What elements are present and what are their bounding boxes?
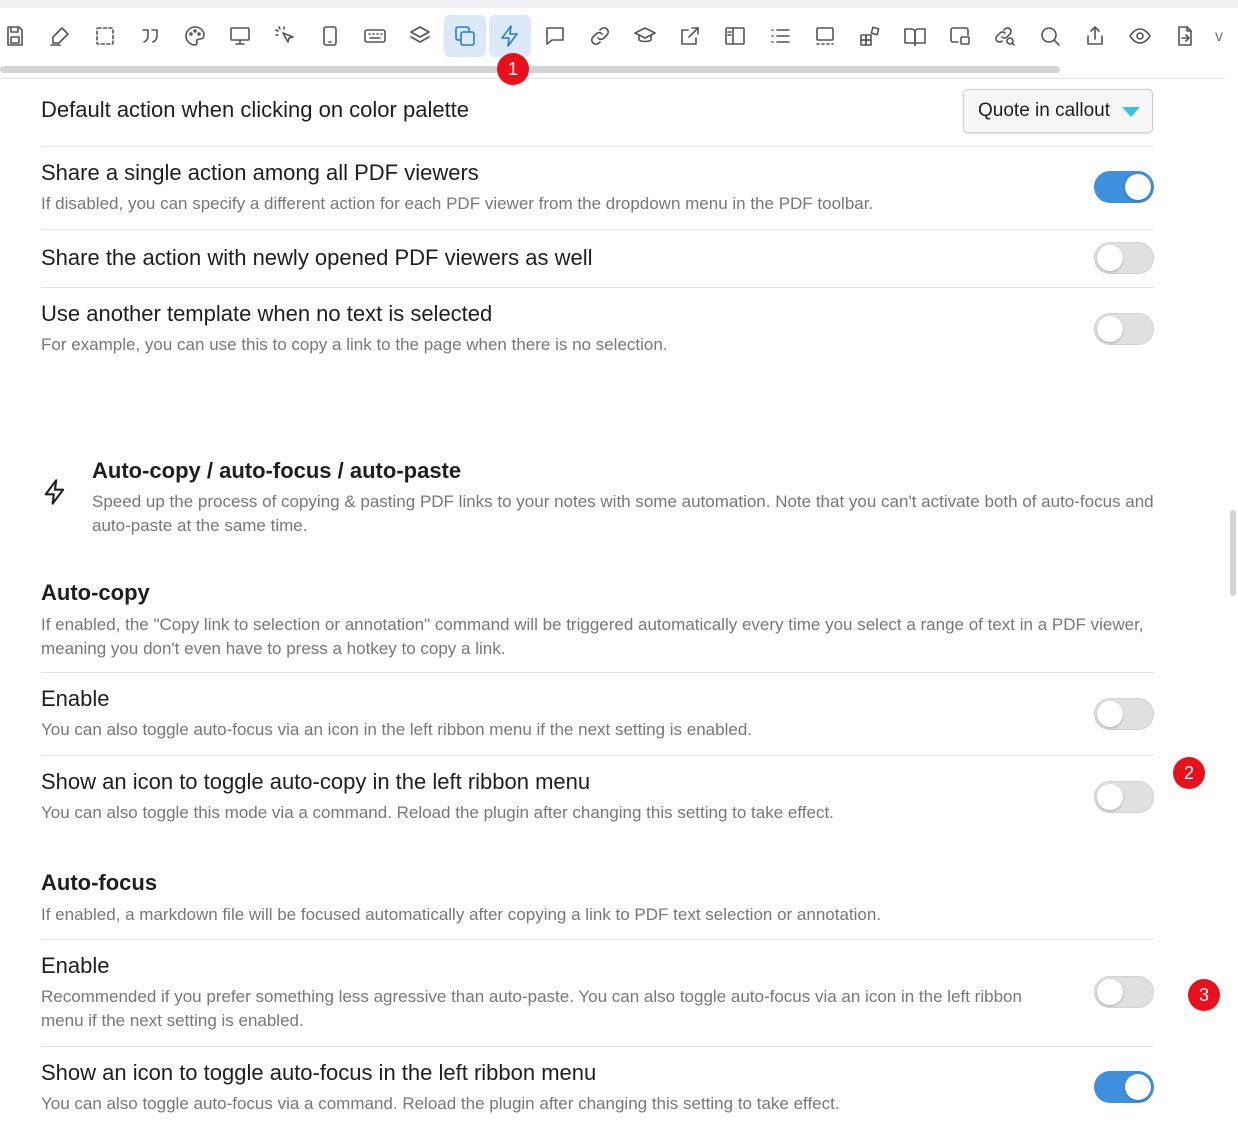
autocopy-ribbon-icon-toggle[interactable] — [1094, 781, 1154, 813]
list-icon[interactable] — [759, 15, 801, 57]
section-description: Speed up the process of copying & pastin… — [92, 492, 1154, 535]
setting-description: You can also toggle this mode via a comm… — [41, 803, 834, 822]
selection-box-icon[interactable] — [84, 15, 126, 57]
autocopy-heading: Auto-copy — [41, 580, 150, 605]
share-new-viewers-toggle[interactable] — [1094, 242, 1154, 274]
setting-autocopy-enable: Enable You can also toggle auto-focus vi… — [41, 686, 1081, 742]
autofocus-description: If enabled, a markdown file will be focu… — [41, 905, 882, 924]
divider — [41, 229, 1154, 230]
layers-icon[interactable] — [399, 15, 441, 57]
settings-tab-toolbar: v — [0, 8, 1225, 79]
copy-icon[interactable] — [444, 15, 486, 57]
setting-name: Use another template when no text is sel… — [41, 301, 493, 326]
color-palette-action-dropdown[interactable]: Quote in callout — [963, 89, 1153, 133]
autofocus-heading: Auto-focus — [41, 870, 158, 895]
setting-name: Enable — [41, 686, 110, 711]
setting-autofocus-ribbon-icon: Show an icon to toggle auto-focus in the… — [41, 1060, 1081, 1116]
lightning-icon — [41, 478, 69, 506]
setting-description: If disabled, you can specify a different… — [41, 194, 874, 213]
toolbar-horizontal-scrollbar[interactable] — [0, 66, 1060, 73]
eye-icon[interactable] — [1119, 15, 1161, 57]
divider — [41, 755, 1154, 756]
divider — [41, 1046, 1154, 1047]
setting-name: Share a single action among all PDF view… — [41, 160, 479, 185]
toolbar-overflow-indicator[interactable]: v — [1215, 28, 1223, 46]
link-icon[interactable] — [579, 15, 621, 57]
dropdown-value: Quote in callout — [978, 100, 1111, 121]
share-upload-icon[interactable] — [1074, 15, 1116, 57]
divider — [41, 146, 1154, 147]
toggle-knob — [1097, 979, 1123, 1005]
save-icon[interactable] — [0, 15, 36, 57]
section-title: Auto-copy / auto-focus / auto-paste — [92, 458, 462, 483]
link-search-icon[interactable] — [984, 15, 1026, 57]
setting-description: Recommended if you prefer something less… — [41, 987, 1022, 1030]
search-icon[interactable] — [1029, 15, 1071, 57]
setting-name: Show an icon to toggle auto-focus in the… — [41, 1060, 597, 1085]
monitor-icon[interactable] — [219, 15, 261, 57]
palette-icon[interactable] — [174, 15, 216, 57]
toggle-knob — [1125, 174, 1151, 200]
graduation-cap-icon[interactable] — [624, 15, 666, 57]
setting-name: Share the action with newly opened PDF v… — [41, 245, 593, 270]
chevron-down-icon — [1122, 107, 1140, 117]
setting-name: Show an icon to toggle auto-copy in the … — [41, 769, 591, 794]
quote-icon[interactable] — [129, 15, 171, 57]
setting-description: You can also toggle auto-focus via an ic… — [41, 720, 753, 739]
annotation-badge-3: 3 — [1188, 979, 1220, 1011]
book-open-icon[interactable] — [894, 15, 936, 57]
setting-description: You can also toggle auto-focus via a com… — [41, 1094, 840, 1113]
toggle-knob — [1097, 784, 1123, 810]
page-vertical-scrollbar[interactable] — [1230, 510, 1236, 596]
another-template-toggle[interactable] — [1094, 313, 1154, 345]
divider — [41, 939, 1154, 940]
toggle-knob — [1097, 245, 1123, 271]
annotation-badge-1: 1 — [497, 53, 529, 85]
toggle-knob — [1125, 1074, 1151, 1100]
share-single-action-toggle[interactable] — [1094, 171, 1154, 203]
highlighter-icon[interactable] — [39, 15, 81, 57]
autofocus-enable-toggle[interactable] — [1094, 976, 1154, 1008]
presentation-icon[interactable] — [804, 15, 846, 57]
setting-share-new-viewers: Share the action with newly opened PDF v… — [41, 245, 1154, 271]
file-export-icon[interactable] — [1164, 15, 1206, 57]
setting-name: Enable — [41, 953, 110, 978]
setting-autocopy-ribbon-icon: Show an icon to toggle auto-copy in the … — [41, 769, 1081, 825]
widgets-icon[interactable] — [849, 15, 891, 57]
pointer-click-icon[interactable] — [264, 15, 306, 57]
comment-icon[interactable] — [534, 15, 576, 57]
setting-another-template: Use another template when no text is sel… — [41, 301, 1154, 357]
autocopy-description: If enabled, the "Copy link to selection … — [41, 615, 1144, 658]
autofocus-ribbon-icon-toggle[interactable] — [1094, 1071, 1154, 1103]
divider — [41, 287, 1154, 288]
keyboard-icon[interactable] — [354, 15, 396, 57]
setting-autofocus-enable: Enable Recommended if you prefer somethi… — [41, 953, 1031, 1033]
setting-share-single-action: Share a single action among all PDF view… — [41, 160, 1154, 216]
divider — [41, 672, 1154, 673]
window-top-strip — [0, 0, 1238, 8]
toggle-knob — [1097, 316, 1123, 342]
lightning-icon[interactable] — [489, 15, 531, 57]
toggle-knob — [1097, 701, 1123, 727]
autocopy-enable-toggle[interactable] — [1094, 698, 1154, 730]
setting-description: For example, you can use this to copy a … — [41, 335, 668, 354]
picture-in-picture-icon[interactable] — [939, 15, 981, 57]
annotation-badge-2: 2 — [1173, 757, 1205, 789]
tablet-icon[interactable] — [309, 15, 351, 57]
sidebar-panel-icon[interactable] — [714, 15, 756, 57]
external-link-icon[interactable] — [669, 15, 711, 57]
